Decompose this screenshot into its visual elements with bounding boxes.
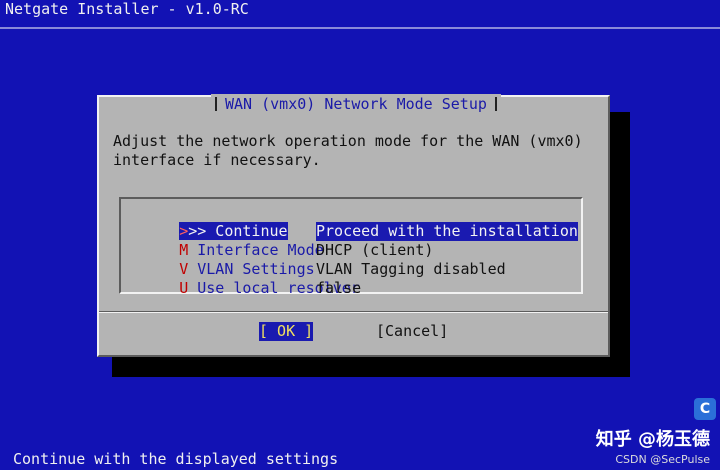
network-mode-dialog: WAN (vmx0) Network Mode Setup Adjust the… [97,94,610,357]
dialog-prompt: Adjust the network operation mode for th… [113,132,583,170]
csdn-logo-icon: C [694,398,716,420]
watermark: 知乎 @杨玉德 CSDN @SecPulse [596,425,710,466]
options-menu: >>> Continue Proceed with the installatio… [119,197,583,297]
ok-button[interactable]: [ OK ] [259,322,314,341]
prompt-line-2: interface if necessary. [113,151,321,169]
watermark-csdn: CSDN @SecPulse [615,453,710,466]
title-divider [0,27,720,29]
menu-item-interface-mode[interactable]: M Interface Mode DHCP (client) [125,222,433,259]
menu-item-continue[interactable]: >>> Continue Proceed with the installatio… [125,203,578,241]
ok-button-label: [ OK ] [259,322,314,340]
prompt-line-1: Adjust the network operation mode for th… [113,132,583,150]
menu-item-local-resolver-value: false [316,279,362,297]
dialog-title: WAN (vmx0) Network Mode Setup [225,95,487,113]
menu-item-local-resolver-hotkey: U [179,279,189,297]
watermark-zhihu: 知乎 @杨玉德 [595,429,710,450]
status-bar-text: Continue with the displayed settings [13,450,339,468]
menu-item-continue-value: Proceed with the installation [316,222,578,241]
dialog-title-bar: WAN (vmx0) Network Mode Setup [211,94,501,114]
cancel-button[interactable]: [Cancel] [376,322,448,341]
installer-title: Netgate Installer - v1.0-RC [5,0,249,18]
menu-item-vlan-settings[interactable]: V VLAN Settings VLAN Tagging disabled [125,241,505,278]
title-right-tick [494,97,497,111]
menu-item-interface-mode-value: DHCP (client) [316,241,434,259]
menu-item-local-resolver[interactable]: U Use local resolver false [125,260,361,297]
button-divider [99,311,608,313]
